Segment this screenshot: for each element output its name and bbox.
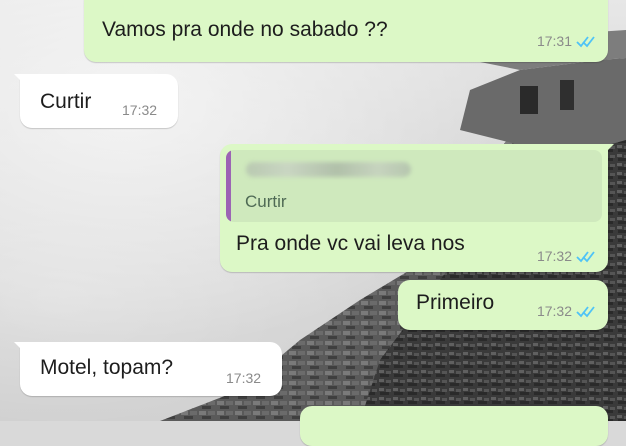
quote-accent-bar	[226, 150, 231, 222]
message-meta: 17:32	[537, 248, 596, 264]
message-time: 17:31	[536, 33, 572, 49]
message-text: Primeiro	[416, 291, 495, 314]
message-bubble-outgoing-reply[interactable]: Curtir Pra onde vc vai leva nos 17:32	[220, 144, 614, 272]
read-double-check-icon	[576, 306, 595, 318]
read-double-check-icon	[576, 36, 595, 48]
message-meta: 17:32	[226, 370, 261, 386]
read-double-check-icon	[576, 251, 595, 263]
message-bubble-outgoing-partial[interactable]	[300, 406, 608, 446]
redacted-author-name	[246, 162, 411, 177]
message-time: 17:32	[536, 248, 572, 264]
quoted-message[interactable]: Curtir	[226, 150, 602, 222]
message-meta: 17:31	[537, 33, 596, 49]
message-bubble-outgoing[interactable]: Primeiro 17:32	[398, 280, 608, 330]
message-time: 17:32	[122, 102, 158, 118]
message-time: 17:32	[226, 370, 262, 386]
message-meta: 17:32	[122, 102, 157, 118]
message-text: Vamos pra onde no sabado ??	[102, 18, 388, 41]
message-bubble-outgoing[interactable]: Vamos pra onde no sabado ?? 17:31	[84, 0, 608, 62]
message-text: Curtir	[40, 90, 92, 113]
message-time: 17:32	[536, 303, 572, 319]
message-bubble-incoming[interactable]: Curtir 17:32	[14, 74, 178, 128]
quoted-text: Curtir	[245, 192, 287, 211]
message-meta: 17:32	[537, 303, 596, 319]
message-text: Motel, topam?	[40, 356, 174, 379]
message-text: Pra onde vc vai leva nos	[236, 232, 465, 255]
message-bubble-incoming[interactable]: Motel, topam? 17:32	[14, 342, 282, 396]
